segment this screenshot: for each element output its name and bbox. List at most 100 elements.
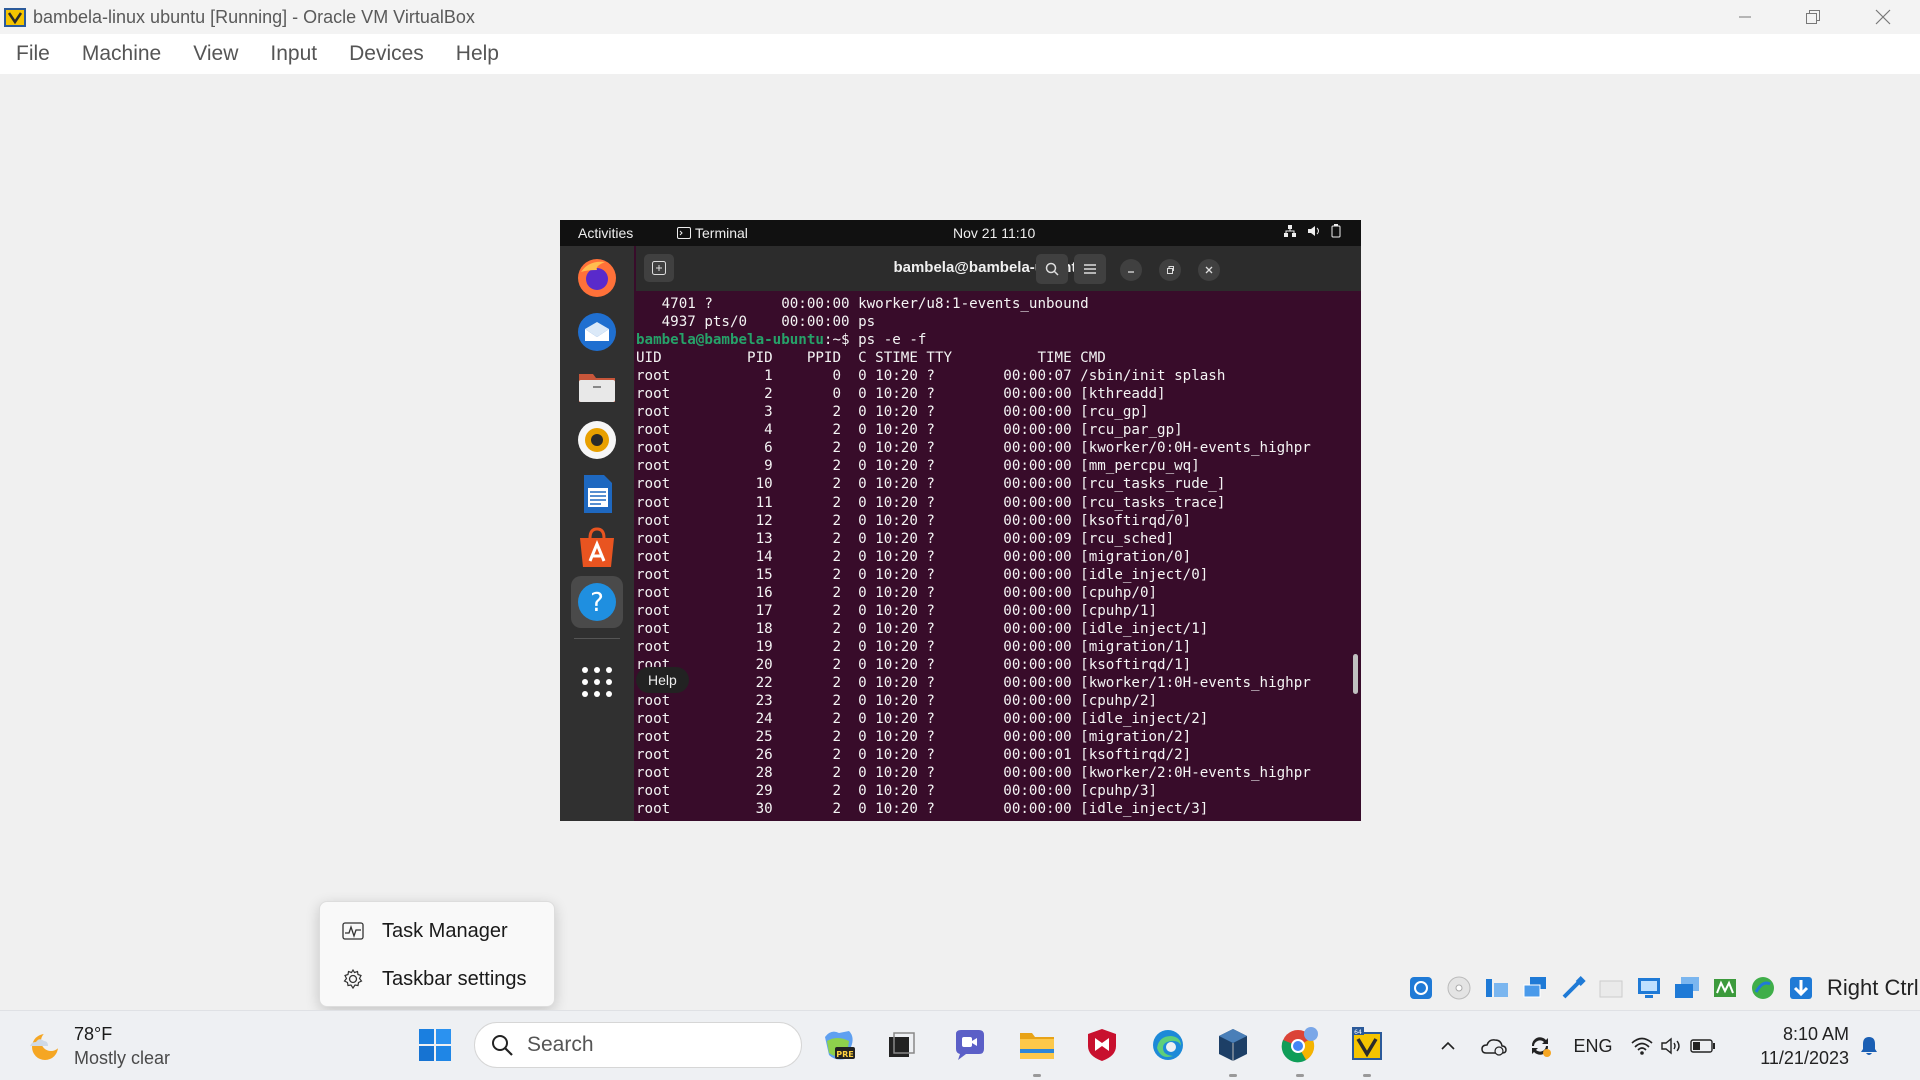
vm-screen[interactable]: Activities Terminal Nov 21 11:10 ? bambe… <box>560 220 1361 821</box>
windows-logo-icon <box>419 1029 451 1061</box>
taskbar-virtualbox-vm[interactable]: 64 <box>1344 1022 1390 1068</box>
speaker-icon <box>1661 1037 1680 1055</box>
edge-icon <box>1153 1030 1183 1060</box>
svg-text:64: 64 <box>1354 1029 1362 1036</box>
terminal-menu-button[interactable] <box>1074 254 1106 284</box>
taskbar-context-menu: Task Manager Taskbar settings <box>319 901 555 1007</box>
shared-folder-icon <box>1599 980 1623 998</box>
ps-row: root 3 2 0 10:20 ? 00:00:00 [rcu_gp] <box>636 404 1149 421</box>
search-placeholder: Search <box>527 1033 594 1056</box>
tray-onedrive[interactable] <box>1471 1023 1517 1069</box>
status-cpu[interactable] <box>1709 973 1741 1003</box>
menu-view[interactable]: View <box>193 42 238 66</box>
ps-row: root 30 2 0 10:20 ? 00:00:00 [idle_injec… <box>636 801 1209 818</box>
virtualbox-running-indicator <box>1229 1074 1237 1077</box>
status-usb[interactable] <box>1557 973 1589 1003</box>
virtualbox-vm-icon: 64 <box>1352 1027 1382 1060</box>
ps-row: root 1 0 0 10:20 ? 00:00:07 /sbin/init s… <box>636 368 1226 385</box>
weather-temperature: 78°F <box>74 1024 113 1044</box>
show-hidden-icons-button[interactable] <box>1425 1023 1471 1069</box>
quick-settings[interactable] <box>1623 1023 1723 1069</box>
taskbar-clock[interactable]: 8:10 AM 11/21/2023 <box>1731 1022 1849 1070</box>
taskbar-chat[interactable] <box>946 1022 992 1068</box>
start-button[interactable] <box>412 1022 458 1068</box>
battery-icon <box>1690 1039 1715 1053</box>
menu-help[interactable]: Help <box>456 42 499 66</box>
weather-widget[interactable]: 78°F Mostly clear <box>26 1022 170 1070</box>
restore-button[interactable] <box>1778 0 1848 34</box>
taskbar-mcafee[interactable] <box>1079 1022 1125 1068</box>
topbar-app-label: Terminal <box>695 225 748 241</box>
ps-row: root 9 2 0 10:20 ? 00:00:00 [mm_percpu_w… <box>636 458 1200 475</box>
terminal-minimize-button[interactable] <box>1120 259 1142 281</box>
menu-file[interactable]: File <box>16 42 50 66</box>
taskbar-virtualbox-manager[interactable] <box>1210 1022 1256 1068</box>
virtualbox-vm-running-indicator <box>1363 1074 1371 1077</box>
menu-taskbar-settings[interactable]: Taskbar settings <box>324 956 550 1002</box>
language-indicator[interactable]: ENG <box>1563 1036 1623 1057</box>
menu-task-manager[interactable]: Task Manager <box>324 908 550 954</box>
task-manager-icon <box>342 922 364 940</box>
dock-rhythmbox[interactable] <box>571 414 623 466</box>
ps-rows: root 1 0 0 10:20 ? 00:00:07 /sbin/init s… <box>636 367 1361 818</box>
svg-text:?: ? <box>590 588 604 618</box>
windows-taskbar: 78°F Mostly clear Search PRE 64 ENG 8:10… <box>0 1010 1920 1080</box>
activities-button[interactable]: Activities <box>578 225 633 241</box>
command-text: ps -e -f <box>858 332 927 349</box>
taskbar-chrome[interactable] <box>1277 1022 1323 1068</box>
down-arrow-icon <box>1790 977 1812 999</box>
dock-files[interactable] <box>571 360 623 412</box>
dock-firefox[interactable] <box>571 252 623 304</box>
ps-row: root 25 2 0 10:20 ? 00:00:00 [migration/… <box>636 729 1192 746</box>
copilot-pre-icon: PRE <box>825 1031 855 1060</box>
taskbar-task-view[interactable] <box>878 1022 924 1068</box>
terminal-title: bambela@bambela-ubuntu: ~ <box>893 259 1104 276</box>
virtualbox-app-icon <box>4 8 26 27</box>
dock-show-apps[interactable] <box>571 656 623 708</box>
status-shared-folders[interactable] <box>1595 973 1627 1003</box>
close-button[interactable] <box>1848 0 1918 34</box>
status-harddisk[interactable] <box>1405 973 1437 1003</box>
wifi-icon <box>1631 1037 1653 1055</box>
minimize-button[interactable] <box>1710 0 1780 34</box>
taskbar-search[interactable]: Search <box>474 1022 802 1068</box>
status-guest-additions[interactable] <box>1747 973 1779 1003</box>
terminal-restore-button[interactable] <box>1159 259 1181 281</box>
dock-software[interactable] <box>571 522 623 574</box>
svg-text:PRE: PRE <box>836 1050 854 1059</box>
prompt-user: bambela@bambela-ubuntu <box>636 332 824 349</box>
menu-devices[interactable]: Devices <box>349 42 424 66</box>
menu-machine[interactable]: Machine <box>82 42 161 66</box>
taskbar-file-explorer[interactable] <box>1014 1022 1060 1068</box>
harddisk-icon <box>1410 977 1432 999</box>
notification-center-button[interactable] <box>1849 1023 1889 1069</box>
menu-input[interactable]: Input <box>270 42 317 66</box>
status-display[interactable] <box>1633 973 1665 1003</box>
terminal-search-button[interactable] <box>1036 254 1068 284</box>
status-audio[interactable] <box>1481 973 1513 1003</box>
display-icon <box>1638 978 1660 998</box>
taskbar-copilot[interactable]: PRE <box>816 1022 862 1068</box>
close-icon <box>1875 9 1891 25</box>
status-recording[interactable] <box>1671 973 1703 1003</box>
ps-row: root 18 2 0 10:20 ? 00:00:00 [idle_injec… <box>636 620 1209 637</box>
terminal-output[interactable]: 4701 ? 00:00:00 kworker/u8:1-events_unbo… <box>636 291 1361 821</box>
terminal-close-button[interactable] <box>1198 259 1220 281</box>
status-optical[interactable] <box>1443 973 1475 1003</box>
status-network[interactable] <box>1519 973 1551 1003</box>
terminal-scrollbar[interactable] <box>1353 654 1358 694</box>
optical-disc-icon <box>1447 976 1471 1000</box>
tray-update[interactable] <box>1517 1023 1563 1069</box>
taskbar-edge[interactable] <box>1145 1022 1191 1068</box>
topbar-system-menu[interactable] <box>1283 224 1341 238</box>
window-titlebar: bambela-linux ubuntu [Running] - Oracle … <box>0 0 1920 34</box>
status-host-key-indicator[interactable] <box>1785 973 1817 1003</box>
video-capture-icon <box>1675 977 1699 998</box>
topbar-clock[interactable]: Nov 21 11:10 <box>953 225 1035 241</box>
topbar-app-menu[interactable]: Terminal <box>677 225 748 241</box>
audio-icon <box>1486 979 1508 997</box>
dock-thunderbird[interactable] <box>571 306 623 358</box>
dock-help[interactable]: ? <box>571 576 623 628</box>
thunderbird-icon <box>578 313 616 351</box>
dock-writer[interactable] <box>571 468 623 520</box>
